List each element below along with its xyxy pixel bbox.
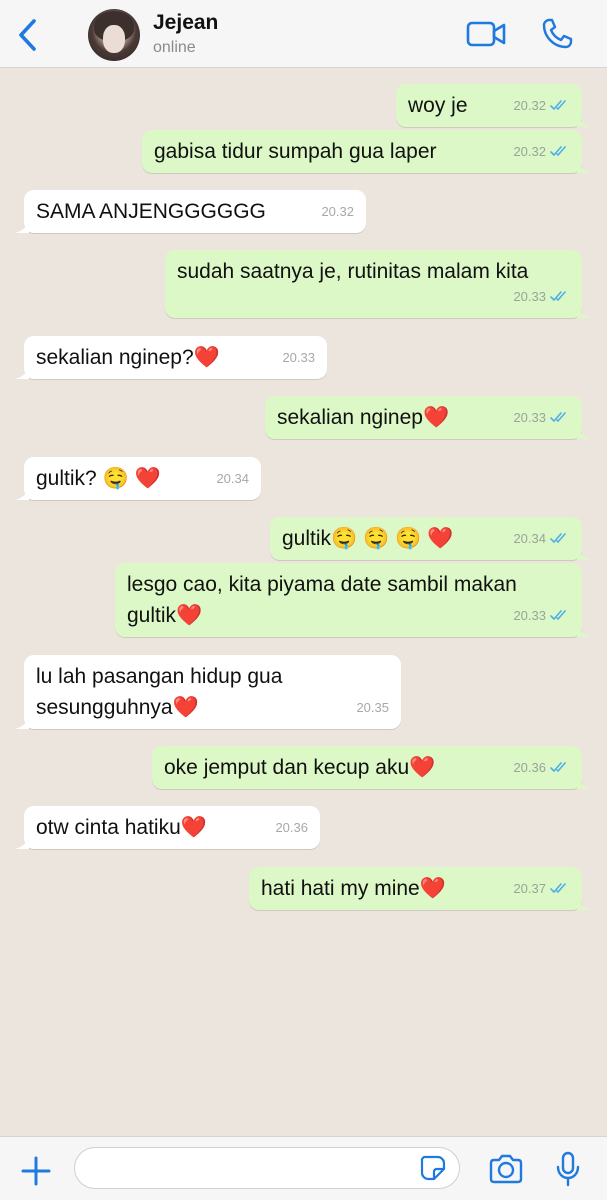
outgoing-message[interactable]: sudah saatnya je, rutinitas malam kita 20… <box>165 250 591 318</box>
double-check-icon <box>550 291 566 301</box>
message-time: 20.36 <box>513 760 546 775</box>
camera-icon[interactable] <box>488 1154 524 1184</box>
contact-name[interactable]: Jejean <box>153 11 218 35</box>
message-text: sudah saatnya je, rutinitas malam kita <box>177 260 529 283</box>
message-meta: 20.36 <box>275 812 308 843</box>
message-time: 20.32 <box>513 98 546 113</box>
input-bar <box>0 1136 607 1200</box>
video-camera-icon[interactable] <box>466 19 506 49</box>
message-time: 20.37 <box>513 881 546 896</box>
message-meta: 20.33 <box>513 600 570 631</box>
message-input[interactable] <box>74 1147 460 1189</box>
plus-icon[interactable] <box>20 1155 52 1187</box>
message-time: 20.32 <box>513 144 546 159</box>
chat-header: Jejean online <box>0 0 607 68</box>
bubble-tail <box>15 486 29 500</box>
message-meta: 20.32 <box>513 90 570 121</box>
bubble-tail <box>577 159 591 173</box>
avatar-face <box>103 25 125 53</box>
message-time: 20.33 <box>513 608 546 623</box>
message-meta: 20.34 <box>513 523 570 554</box>
message-text: lu lah pasangan hidup gua sesungguhnya❤️ <box>36 665 283 719</box>
bubble-tail <box>15 715 29 729</box>
bubble-tail <box>577 775 591 789</box>
message-time: 20.34 <box>513 531 546 546</box>
double-check-icon <box>550 100 566 110</box>
incoming-message[interactable]: SAMA ANJENGGGGGG 20.32 <box>15 190 366 233</box>
message-meta: 20.32 <box>513 136 570 167</box>
outgoing-message[interactable]: oke jemput dan kecup aku❤️ 20.36 <box>152 746 591 789</box>
message-meta: 20.33 <box>282 342 315 373</box>
message-meta: 20.33 <box>513 402 570 433</box>
message-time: 20.33 <box>513 410 546 425</box>
sticker-icon[interactable] <box>420 1155 446 1181</box>
message-meta: 20.32 <box>321 196 354 227</box>
double-check-icon <box>550 412 566 422</box>
outgoing-message[interactable]: lesgo cao, kita piyama date sambil makan… <box>115 563 591 637</box>
message-time: 20.34 <box>216 471 249 486</box>
double-check-icon <box>550 610 566 620</box>
bubble-tail <box>577 896 591 910</box>
bubble-tail <box>577 623 591 637</box>
incoming-message[interactable]: lu lah pasangan hidup gua sesungguhnya❤️… <box>15 655 401 729</box>
message-time: 20.36 <box>275 820 308 835</box>
contact-status: online <box>153 39 196 56</box>
outgoing-message[interactable]: gultik🤤 🤤 🤤 ❤️ 20.34 <box>270 517 591 560</box>
outgoing-message[interactable]: hati hati my mine❤️ 20.37 <box>249 867 591 910</box>
bubble-tail <box>577 546 591 560</box>
incoming-message[interactable]: otw cinta hatiku❤️ 20.36 <box>15 806 320 849</box>
message-meta: 20.33 <box>513 281 570 312</box>
message-time: 20.33 <box>513 289 546 304</box>
message-text: sekalian nginep?❤️ <box>36 346 220 369</box>
outgoing-message[interactable]: woy je 20.32 <box>396 84 591 127</box>
message-time: 20.33 <box>282 350 315 365</box>
bubble-tail <box>15 835 29 849</box>
bubble-tail <box>15 219 29 233</box>
double-check-icon <box>550 146 566 156</box>
message-text: lesgo cao, kita piyama date sambil makan… <box>127 573 517 627</box>
phone-icon[interactable] <box>540 17 574 51</box>
bubble-tail <box>577 304 591 318</box>
double-check-icon <box>550 762 566 772</box>
avatar[interactable] <box>88 9 140 61</box>
outgoing-message[interactable]: sekalian nginep❤️ 20.33 <box>265 396 591 439</box>
message-meta: 20.34 <box>216 463 249 494</box>
message-time: 20.32 <box>321 204 354 219</box>
incoming-message[interactable]: gultik? 🤤 ❤️ 20.34 <box>15 457 261 500</box>
outgoing-message[interactable]: gabisa tidur sumpah gua laper 20.32 <box>142 130 591 173</box>
message-text: gabisa tidur sumpah gua laper <box>154 140 437 163</box>
bubble-tail <box>577 425 591 439</box>
message-text: otw cinta hatiku❤️ <box>36 816 207 839</box>
back-chevron-icon[interactable] <box>14 17 44 53</box>
bubble-tail <box>577 113 591 127</box>
message-time: 20.35 <box>356 700 389 715</box>
message-meta: 20.37 <box>513 873 570 904</box>
message-text: SAMA ANJENGGGGGG <box>36 200 266 223</box>
message-meta: 20.35 <box>356 692 389 723</box>
message-text: oke jemput dan kecup aku❤️ <box>164 756 436 779</box>
message-meta: 20.36 <box>513 752 570 783</box>
incoming-message[interactable]: sekalian nginep?❤️ 20.33 <box>15 336 327 379</box>
double-check-icon <box>550 533 566 543</box>
bubble-tail <box>15 365 29 379</box>
double-check-icon <box>550 883 566 893</box>
microphone-icon[interactable] <box>555 1151 581 1187</box>
